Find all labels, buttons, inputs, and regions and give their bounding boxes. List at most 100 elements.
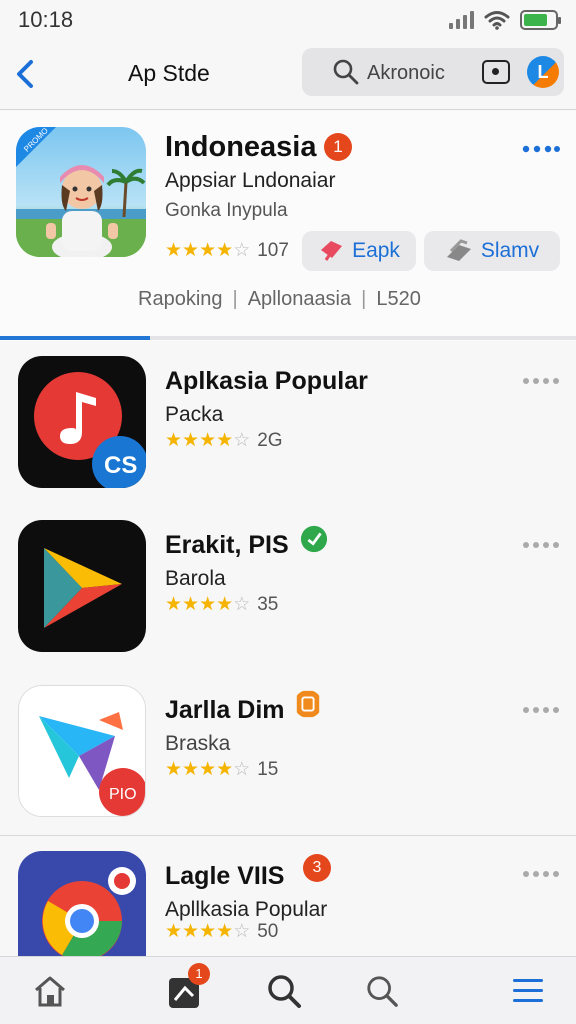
tab-updates[interactable]: 1 [162,963,210,1013]
featured-tags: Rapoking | Apllonaasia | L520 [138,288,421,311]
tab-bar: 1 [0,956,576,1024]
search-bar[interactable]: Akronoic L [302,48,564,96]
star-rating: ★★★★☆ 35 [165,593,278,616]
featured-action-button-2[interactable]: Slamv [424,231,560,271]
notification-badge: 1 [188,963,210,985]
star-filled-icon: ★ [182,594,200,615]
icon-mark: CS [104,452,137,479]
featured-app-icon[interactable]: PROMO [16,127,146,257]
star-filled-icon: ★ [182,759,200,780]
camera-icon[interactable] [482,60,510,84]
navigation-bar: Ap Stde Akronoic L [0,40,576,110]
featured-app-subtitle: Appsiar Lndonaiar [165,169,336,192]
search-icon [333,59,359,85]
back-chevron-icon[interactable] [10,54,40,94]
verified-badge-icon [300,525,328,553]
featured-action-button-1[interactable]: Eapk [302,231,416,271]
app-subtitle: Barola [165,567,226,590]
menu-icon [513,979,543,1002]
star-filled-icon: ★ [165,240,183,261]
star-filled-icon: ★ [199,430,217,451]
star-filled-icon: ★ [216,594,234,615]
featured-app-title[interactable]: Indoneasia [165,131,317,164]
tab-home[interactable] [28,969,72,1013]
divider: | [232,288,238,310]
notification-badge: 1 [324,133,352,161]
featured-tag[interactable]: Apllonaasia [248,288,351,311]
featured-action-label-2: Slamv [480,239,540,262]
star-filled-icon: ★ [165,430,183,451]
play-triangle-icon[interactable] [18,520,146,652]
app-title[interactable]: Lagle VIIS [165,862,284,891]
star-filled-icon: ★ [182,921,200,942]
star-empty-icon: ☆ [233,921,251,942]
more-options-icon[interactable] [522,145,560,153]
featured-app-card[interactable]: PROMO Indoneasia 1 Appsiar Lndonaiar Gon… [0,111,576,341]
paper-plane-icon[interactable]: PIO [18,685,146,817]
list-item[interactable]: CS Aplkasia Popular Packa ★★★★☆ 2G [0,341,576,507]
list-item[interactable]: Erakit, PIS Barola ★★★★☆ 35 [0,505,576,671]
more-options-icon[interactable] [522,541,560,549]
star-empty-icon: ☆ [233,759,251,780]
featured-tag[interactable]: L520 [376,288,421,311]
app-title[interactable]: Aplkasia Popular [165,367,368,396]
tag-icon [321,241,343,261]
divider: | [361,288,367,310]
more-options-icon[interactable] [522,706,560,714]
icon-mark: PIO [109,786,137,803]
app-title[interactable]: Jarlla Dim [165,696,285,725]
stack-icon [446,239,471,261]
page-title: Ap Stde [128,60,210,86]
more-options-icon[interactable] [522,870,560,878]
star-empty-icon: ☆ [233,240,251,261]
notification-badge: 3 [303,854,331,882]
star-filled-icon: ★ [165,921,183,942]
tab-search-alt[interactable] [360,969,404,1013]
rating-count: 107 [257,239,289,261]
star-filled-icon: ★ [199,240,217,261]
battery-icon [520,10,561,30]
wifi-icon [484,11,510,30]
list-item[interactable]: 17 Lagle VIIS 3 Apllkasia Popular ★★★★☆ … [0,836,576,983]
star-rating: ★★★★☆ 2G [165,429,283,452]
star-empty-icon: ☆ [233,430,251,451]
app-subtitle: Packa [165,403,224,426]
star-filled-icon: ★ [199,594,217,615]
star-rating: ★★★★☆ 107 [165,239,289,262]
more-options-icon[interactable] [522,377,560,385]
rating-count: 50 [257,920,279,942]
rating-count: 35 [257,593,279,615]
star-rating: ★★★★☆ 50 [165,920,278,943]
star-filled-icon: ★ [216,759,234,780]
tab-search[interactable] [262,969,306,1013]
home-icon [35,976,65,1007]
store-badge-icon [296,690,320,718]
featured-tag[interactable]: Rapoking [138,288,223,311]
tab-menu[interactable] [506,969,550,1013]
star-filled-icon: ★ [199,921,217,942]
list-item[interactable]: PIO Jarlla Dim Braska ★★★★☆ 15 [0,670,576,836]
featured-app-developer: Gonka Inypula [165,200,288,221]
star-rating: ★★★★☆ 15 [165,758,278,781]
star-filled-icon: ★ [199,759,217,780]
avatar[interactable]: L [527,56,559,88]
cellular-signal-icon [449,11,474,29]
rating-count: 15 [257,758,279,780]
star-filled-icon: ★ [165,759,183,780]
star-filled-icon: ★ [216,921,234,942]
search-input[interactable]: Akronoic [367,62,445,85]
star-filled-icon: ★ [182,240,200,261]
music-icon[interactable]: CS [18,356,146,488]
star-filled-icon: ★ [216,240,234,261]
search-icon [268,975,301,1008]
status-bar: 10:18 [0,0,576,40]
clock: 10:18 [18,7,74,32]
star-filled-icon: ★ [165,594,183,615]
app-subtitle: Braska [165,732,231,755]
carousel-progress [0,336,576,340]
featured-action-label-1: Eapk [352,239,400,262]
app-title[interactable]: Erakit, PIS [165,531,289,560]
rating-count: 2G [257,429,283,451]
app-subtitle: Apllkasia Popular [165,898,328,921]
star-filled-icon: ★ [216,430,234,451]
